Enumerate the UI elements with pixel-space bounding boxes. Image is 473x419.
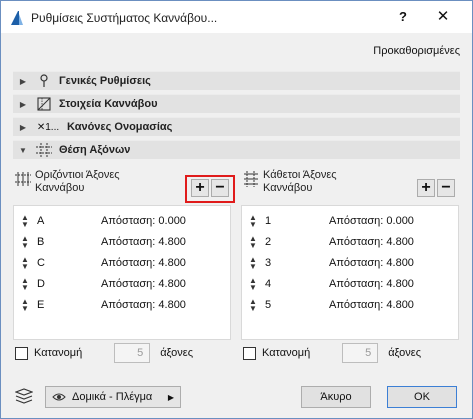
distribute-label: Κατανομή [262,347,311,359]
vertical-axes-title: Κάθετοι Άξονες Καννάβου [263,169,337,194]
naming-icon: ✕1... [36,121,60,133]
section-naming-rules[interactable]: ▶ ✕1... Κανόνες Ονομασίας [13,117,460,136]
title-bar: Ρυθμίσεις Συστήματος Καννάβου... ? ✕ [1,1,472,33]
drag-handle-icon[interactable]: ▲ ▼ [245,213,261,228]
drag-handle-icon[interactable]: ▲ ▼ [245,297,261,312]
axis-name: C [37,256,45,269]
eye-icon [52,392,66,402]
expand-arrow-icon: ▶ [19,76,27,86]
list-item[interactable]: ▲ ▼ C Απόσταση: 4.800 [14,252,230,273]
axis-name: A [37,214,45,227]
list-item[interactable]: ▲ ▼ 1 Απόσταση: 0.000 [242,210,458,231]
drag-handle-icon[interactable]: ▲ ▼ [17,297,33,312]
axis-name: 3 [265,256,272,269]
vertical-add-remove-group: + − [417,179,455,197]
pin-icon [35,74,53,88]
axis-distance: Απόσταση: 4.800 [329,298,414,311]
axis-distance: Απόσταση: 0.000 [101,214,186,227]
drag-handle-icon[interactable]: ▲ ▼ [245,234,261,249]
vertical-distribute-row: Κατανομή 5 άξονες [243,343,421,363]
axis-distance: Απόσταση: 4.800 [329,235,414,248]
axis-distance: Απόσταση: 4.800 [329,256,414,269]
list-item[interactable]: ▲ ▼ B Απόσταση: 4.800 [14,231,230,252]
axis-name: E [37,298,45,311]
section-label: Θέση Αξόνων [59,144,131,156]
drag-handle-icon[interactable]: ▲ ▼ [17,213,33,228]
drag-handle-icon[interactable]: ▲ ▼ [17,255,33,270]
layer-value: Δομικά - Πλέγμα [72,391,153,403]
axis-distance: Απόσταση: 4.800 [101,235,186,248]
layers-icon [14,388,34,404]
section-label: Στοιχεία Καννάβου [59,98,158,110]
vertical-distribute-checkbox[interactable] [243,346,256,360]
add-vertical-axis-button[interactable]: + [417,179,435,197]
presets-link[interactable]: Προκαθορισμένες [373,45,460,57]
ok-button[interactable]: OK [387,386,457,408]
horizontal-axes-icon [15,171,31,187]
layer-dropdown[interactable]: Δομικά - Πλέγμα ▶ [45,386,181,408]
list-item[interactable]: ▲ ▼ 2 Απόσταση: 4.800 [242,231,458,252]
axis-distance: Απόσταση: 4.800 [101,256,186,269]
section-grid-elements[interactable]: ▶ Στοιχεία Καννάβου [13,94,460,113]
remove-horizontal-axis-button[interactable]: − [211,179,229,197]
list-item[interactable]: ▲ ▼ 5 Απόσταση: 4.800 [242,294,458,315]
help-button[interactable]: ? [393,7,413,27]
axis-name: 2 [265,235,272,248]
list-item[interactable]: ▲ ▼ 4 Απόσταση: 4.800 [242,273,458,294]
window-title: Ρυθμίσεις Συστήματος Καννάβου... [31,11,218,25]
drag-handle-icon[interactable]: ▲ ▼ [245,255,261,270]
axis-distance: Απόσταση: 4.800 [329,277,414,290]
horizontal-axes-list: ▲ ▼ A Απόσταση: 0.000 ▲ ▼ B Απόσταση: 4.80… [13,205,231,340]
expand-arrow-icon: ▶ [19,122,27,132]
axis-name: 1 [265,214,272,227]
vertical-axes-header: Κάθετοι Άξονες Καννάβου + − [241,169,459,205]
dropdown-arrow-icon: ▶ [167,393,174,402]
axes-unit-label: άξονες [160,347,193,359]
drag-handle-icon[interactable]: ▲ ▼ [17,276,33,291]
section-axis-position[interactable]: ▼ Θέση Αξόνων [13,140,460,159]
axis-name: B [37,235,45,248]
collapse-arrow-icon: ▼ [19,145,27,155]
axis-name: 5 [265,298,272,311]
horizontal-axes-title: Οριζόντιοι Άξονες Καννάβου [35,169,120,194]
list-item[interactable]: ▲ ▼ E Απόσταση: 4.800 [14,294,230,315]
list-item[interactable]: ▲ ▼ A Απόσταση: 0.000 [14,210,230,231]
horizontal-add-remove-group: + − [191,179,229,197]
vertical-axes-count-field[interactable]: 5 [342,343,379,363]
section-label: Κανόνες Ονομασίας [67,121,173,133]
dialog-footer: Δομικά - Πλέγμα ▶ Άκυρο OK [1,378,472,418]
horizontal-distribute-checkbox[interactable] [15,346,28,360]
horizontal-axes-count-field[interactable]: 5 [114,343,151,363]
axis-distance: Απόσταση: 4.800 [101,277,186,290]
grid-element-icon [35,97,53,111]
dialog-window: Ρυθμίσεις Συστήματος Καννάβου... ? ✕ Προ… [0,0,473,419]
axis-distance: Απόσταση: 4.800 [101,298,186,311]
axis-position-icon [35,143,53,157]
add-horizontal-axis-button[interactable]: + [191,179,209,197]
axis-name: 4 [265,277,272,290]
axes-unit-label: άξονες [388,347,421,359]
expand-arrow-icon: ▶ [19,99,27,109]
drag-handle-icon[interactable]: ▲ ▼ [245,276,261,291]
close-button[interactable]: ✕ [433,7,453,27]
distribute-label: Κατανομή [34,347,83,359]
section-label: Γενικές Ρυθμίσεις [59,75,151,87]
list-item[interactable]: ▲ ▼ 3 Απόσταση: 4.800 [242,252,458,273]
drag-handle-icon[interactable]: ▲ ▼ [17,234,33,249]
archicad-app-icon [9,10,25,26]
vertical-axes-icon [243,171,259,187]
section-general-settings[interactable]: ▶ Γενικές Ρυθμίσεις [13,71,460,90]
list-item[interactable]: ▲ ▼ D Απόσταση: 4.800 [14,273,230,294]
axis-name: D [37,277,45,290]
vertical-axes-list: ▲ ▼ 1 Απόσταση: 0.000 ▲ ▼ 2 Απόσταση: 4.80… [241,205,459,340]
remove-vertical-axis-button[interactable]: − [437,179,455,197]
axis-distance: Απόσταση: 0.000 [329,214,414,227]
cancel-button[interactable]: Άκυρο [301,386,371,408]
horizontal-distribute-row: Κατανομή 5 άξονες [15,343,193,363]
horizontal-axes-header: Οριζόντιοι Άξονες Καννάβου + − [13,169,235,205]
